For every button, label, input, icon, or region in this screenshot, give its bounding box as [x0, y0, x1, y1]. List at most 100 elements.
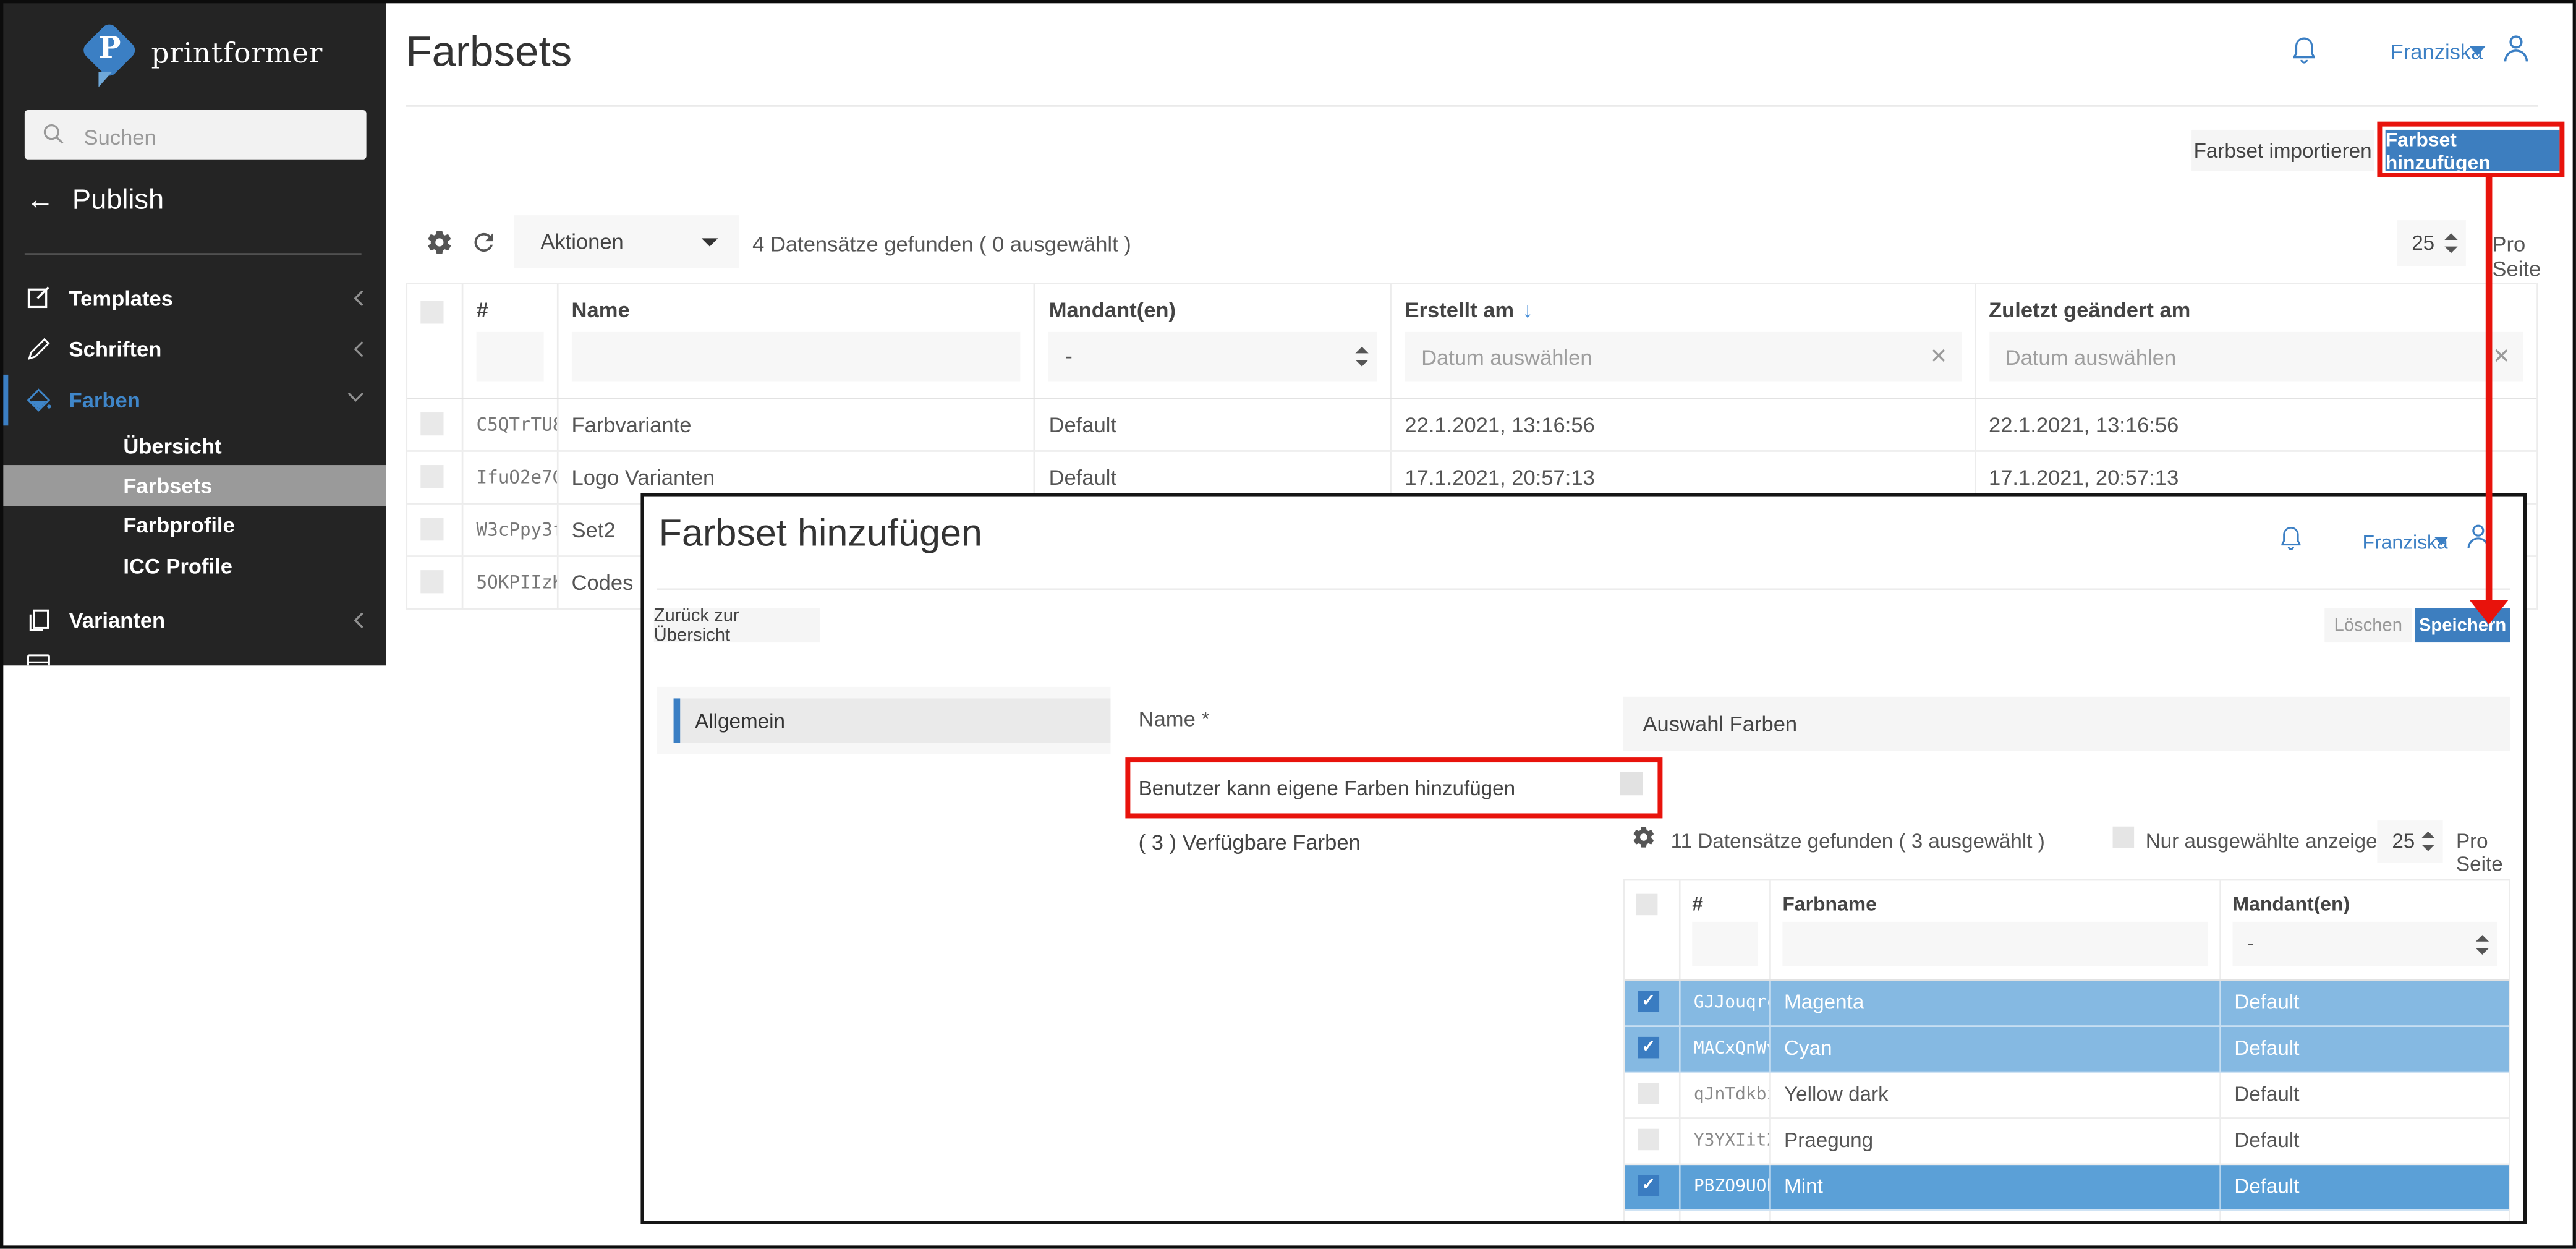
- available-colors-label: ( 3 ) Verfügbare Farben: [1139, 830, 1361, 855]
- color-row-mint[interactable]: PBZO9UOh Mint Default: [1625, 1165, 2509, 1211]
- colors-table: # Farbname Mandant(en) - GJJouqrc Magent…: [1623, 879, 2510, 1224]
- nav-tab-allgemein[interactable]: Allgemein: [674, 698, 1111, 743]
- row-checkbox-checked[interactable]: [1638, 1174, 1660, 1196]
- spinner-arrows-icon: [1356, 347, 1369, 367]
- clear-icon[interactable]: [1930, 332, 1948, 382]
- chevron-left-icon[interactable]: [353, 612, 365, 629]
- row-checkbox[interactable]: [420, 570, 443, 593]
- sidebar-subitem-farbsets[interactable]: Farbsets: [0, 465, 386, 506]
- chevron-down-icon[interactable]: [347, 391, 365, 403]
- sidebar-subitem-farbprofile[interactable]: Farbprofile: [0, 505, 386, 545]
- settings-gear-icon[interactable]: [425, 228, 453, 256]
- back-to-overview-button[interactable]: Zurück zur Übersicht: [654, 608, 820, 642]
- row-name: Mint: [1769, 1165, 2219, 1209]
- printformer-logo-tail: [98, 72, 111, 87]
- farbset-hinzufuegen-dialog: Farbset hinzufügen Franziska Zurück zur …: [640, 493, 2527, 1224]
- filter-created-input[interactable]: [1405, 332, 1960, 382]
- page-size-select[interactable]: 25: [2397, 220, 2466, 266]
- delete-button[interactable]: Löschen: [2324, 608, 2412, 642]
- select-all-checkbox[interactable]: [1636, 893, 1658, 915]
- refresh-icon[interactable]: [470, 228, 498, 256]
- sidebar-subitem-icc-profile[interactable]: ICC Profile: [0, 545, 386, 586]
- color-row-praegung[interactable]: Y3YXIitZ Praegung Default: [1625, 1119, 2509, 1165]
- save-button[interactable]: Speichern: [2415, 608, 2510, 642]
- header-cell-name: Name: [557, 284, 1034, 398]
- pen-icon: [25, 335, 53, 363]
- sidebar-item-templates[interactable]: Templates: [0, 273, 386, 323]
- aktionen-dropdown[interactable]: Aktionen: [514, 215, 739, 268]
- color-row-blue[interactable]: eI3gCafn Blue Default: [1625, 1211, 2509, 1224]
- sidebar-item-label: Templates: [69, 286, 173, 310]
- add-farbset-button[interactable]: Farbset hinzufügen: [2386, 130, 2560, 171]
- user-colors-checkbox-label: Benutzer kann eigene Farben hinzufügen: [1139, 777, 1515, 800]
- sidebar-subitem-uebersicht[interactable]: Übersicht: [0, 425, 386, 466]
- sidebar-search[interactable]: [25, 110, 367, 160]
- row-id: GJJouqrc: [1679, 981, 1769, 1026]
- nav-tab-label: Allgemein: [695, 710, 785, 733]
- filter-name-input[interactable]: [572, 332, 1021, 382]
- search-input[interactable]: [80, 110, 360, 163]
- page-size-value: 25: [2392, 830, 2415, 853]
- filter-mandant-select[interactable]: -: [2233, 922, 2497, 966]
- page-title: Farbsets: [406, 27, 572, 77]
- sidebar-back-publish[interactable]: Publish: [27, 184, 164, 224]
- user-avatar-icon[interactable]: [2463, 519, 2494, 554]
- only-selected-checkbox[interactable]: [2113, 827, 2135, 848]
- header-cell-modified: Zuletzt geändert am: [1974, 284, 2536, 398]
- header-divider: [406, 105, 2538, 107]
- filter-modified-input[interactable]: [1989, 332, 2523, 382]
- select-all-checkbox[interactable]: [420, 301, 443, 323]
- caret-down-icon[interactable]: [2469, 46, 2486, 56]
- color-row-magenta[interactable]: GJJouqrc Magenta Default: [1625, 981, 2509, 1027]
- row-checkbox[interactable]: [1638, 1128, 1660, 1150]
- filter-created-date[interactable]: [1405, 332, 1960, 382]
- sort-desc-icon[interactable]: [1514, 297, 1533, 322]
- table-row[interactable]: C5QTrTU8 Farbvariante Default 22.1.2021,…: [407, 399, 2536, 452]
- filter-farbname-input[interactable]: [1782, 922, 2208, 966]
- grid-icon-partial: [25, 650, 53, 665]
- settings-gear-icon[interactable]: [1631, 825, 1656, 850]
- import-farbset-button[interactable]: Farbset importieren: [2191, 130, 2374, 171]
- chevron-left-icon[interactable]: [353, 340, 365, 358]
- sidebar-item-schriften[interactable]: Schriften: [0, 324, 386, 375]
- row-mandant: Default: [2219, 1211, 2509, 1224]
- sidebar-item-varianten[interactable]: Varianten: [0, 595, 386, 646]
- filter-id-input[interactable]: [477, 332, 544, 382]
- row-checkbox[interactable]: [420, 412, 443, 435]
- dialog-page-size-select[interactable]: 25: [2377, 820, 2442, 863]
- aktionen-dropdown-label: Aktionen: [540, 229, 623, 254]
- row-checkbox-checked[interactable]: [1638, 1036, 1660, 1058]
- caret-down-icon[interactable]: [2434, 537, 2447, 545]
- row-mandant: Default: [2219, 1165, 2509, 1209]
- name-field[interactable]: [1623, 697, 2510, 751]
- clear-icon[interactable]: [2493, 332, 2510, 382]
- user-avatar-icon[interactable]: [2499, 30, 2533, 67]
- column-label: Mandant(en): [1049, 297, 1377, 328]
- row-checkbox-checked[interactable]: [1638, 991, 1660, 1012]
- per-page-label: Pro Seite: [2456, 830, 2523, 876]
- records-summary: 4 Datensätze gefunden ( 0 ausgewählt ): [752, 232, 1131, 257]
- chevron-left-icon[interactable]: [353, 289, 365, 307]
- header-cell-mandant: Mandant(en) -: [2219, 880, 2509, 979]
- table-header-row: # Farbname Mandant(en) -: [1625, 880, 2509, 981]
- dialog-title: Farbset hinzufügen: [659, 511, 982, 555]
- row-mandant: Default: [2219, 1073, 2509, 1117]
- row-checkbox[interactable]: [420, 465, 443, 488]
- row-checkbox[interactable]: [420, 518, 443, 540]
- row-checkbox[interactable]: [1638, 1083, 1660, 1104]
- sidebar-item-farben[interactable]: Farben: [0, 375, 386, 425]
- color-row-cyan[interactable]: MACxQnWv Cyan Default: [1625, 1027, 2509, 1073]
- color-row-yellow-dark[interactable]: qJnTdkbz Yellow dark Default: [1625, 1073, 2509, 1119]
- notifications-bell-icon[interactable]: [2277, 522, 2305, 553]
- row-id: eI3gCafn: [1679, 1211, 1769, 1224]
- sidebar-item-label: Varianten: [69, 608, 166, 633]
- row-checkbox[interactable]: [1638, 1221, 1660, 1224]
- filter-id-input[interactable]: [1692, 922, 1758, 966]
- notifications-bell-icon[interactable]: [2289, 33, 2319, 67]
- sidebar-subitem-label: ICC Profile: [123, 554, 232, 579]
- filter-mandant-select[interactable]: -: [1049, 332, 1377, 382]
- row-id: qJnTdkbz: [1679, 1073, 1769, 1117]
- filter-modified-date[interactable]: [1989, 332, 2523, 382]
- spinner-arrows-icon: [2476, 934, 2489, 954]
- user-colors-checkbox[interactable]: [1620, 772, 1643, 795]
